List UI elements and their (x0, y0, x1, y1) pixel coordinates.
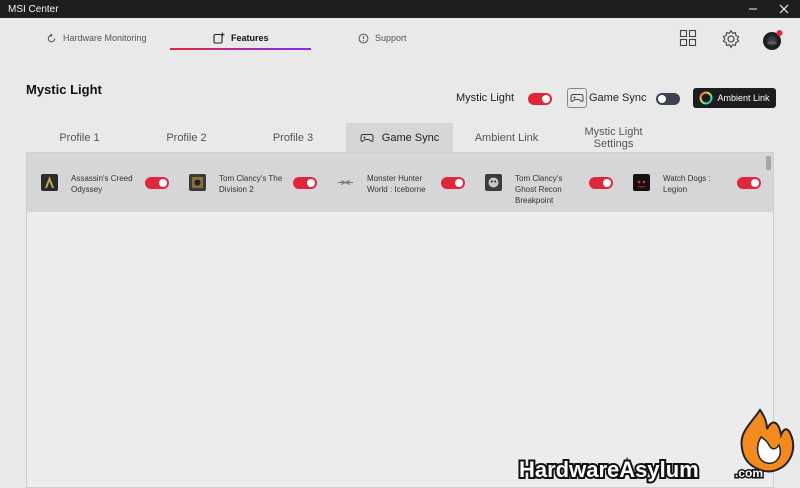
game-toggle[interactable] (589, 177, 613, 189)
watermark-suffix: .com (735, 466, 763, 480)
nav-features[interactable]: Features (213, 28, 269, 48)
nav-label-features: Features (231, 33, 269, 43)
gear-icon (722, 29, 740, 49)
watch-dogs-logo-icon (637, 180, 646, 188)
tab-label: Profile 3 (272, 131, 314, 144)
game-sync-label: Game Sync (589, 92, 647, 104)
scrollbar-thumb[interactable] (766, 156, 771, 170)
avatar-icon (763, 30, 783, 50)
window-title: MSI Center (8, 3, 59, 15)
user-profile-button[interactable] (762, 29, 784, 51)
assassins-creed-logo-icon (45, 176, 54, 188)
grid-icon (679, 29, 697, 47)
game-list: Assassin's Creed Odyssey Tom Clancy's Th… (27, 153, 773, 212)
game-name: Monster Hunter World : Iceborne (367, 174, 426, 194)
hardware-asylum-logo: HardwareAsylum .com (517, 408, 795, 484)
game-toggle[interactable] (145, 177, 169, 189)
title-bar: MSI Center (0, 0, 800, 18)
game-name: Tom Clancy's The Division 2 (219, 174, 283, 194)
game-toggle[interactable] (737, 177, 761, 189)
game-thumbnail (485, 174, 502, 191)
top-navigation: Hardware Monitoring Features Support (0, 18, 800, 62)
toggle-knob (603, 179, 611, 187)
toggle-knob (159, 179, 167, 187)
tab-label: Ambient Link (474, 131, 539, 144)
game-thumbnail (633, 174, 650, 191)
tab-label: Profile 1 (59, 131, 100, 144)
toggle-knob (307, 179, 315, 187)
toggle-knob (658, 95, 666, 103)
close-button[interactable] (768, 0, 800, 18)
ambient-link-label: Ambient Link (717, 93, 770, 103)
info-icon (358, 33, 369, 43)
monster-hunter-logo-icon (338, 180, 353, 185)
ambient-link-icon (699, 91, 713, 105)
page-title: Mystic Light (26, 82, 102, 97)
active-nav-underline (170, 48, 311, 50)
nav-label-support: Support (375, 33, 407, 43)
tab-label: Game Sync (381, 131, 440, 144)
minimize-icon (749, 8, 757, 10)
ghost-recon-logo-icon (488, 177, 499, 188)
hardware-asylum-watermark: HardwareAsylum .com (515, 405, 800, 488)
game-name: Tom Clancy's Ghost Recon Breakpoint (515, 174, 563, 205)
settings-button[interactable] (721, 29, 741, 49)
plus-square-icon (213, 32, 225, 44)
tab-profile-1[interactable]: Profile 1 (26, 123, 133, 152)
tab-mystic-light-settings[interactable]: Mystic Light Settings (560, 123, 667, 152)
close-icon (779, 4, 789, 14)
game-name: Watch Dogs : Legion (663, 174, 711, 194)
minimize-button[interactable] (737, 0, 769, 18)
game-item-monster-hunter-world-iceborne: Monster Hunter World : Iceborne (323, 153, 471, 212)
game-thumbnail (189, 174, 206, 191)
game-toggle[interactable] (293, 177, 317, 189)
game-thumbnail (41, 174, 58, 191)
refresh-icon (47, 33, 56, 42)
game-thumbnail (337, 174, 354, 191)
watermark-text: HardwareAsylum (519, 457, 699, 482)
game-toggle[interactable] (441, 177, 465, 189)
tab-label: Profile 2 (166, 131, 207, 144)
mystic-light-toggle[interactable] (528, 93, 552, 105)
game-item-ghost-recon-breakpoint: Tom Clancy's Ghost Recon Breakpoint (471, 153, 619, 212)
gamepad-icon (570, 94, 584, 102)
nav-support[interactable]: Support (358, 28, 407, 48)
nav-hardware-monitoring[interactable]: Hardware Monitoring (46, 28, 147, 48)
game-sync-header-icon (567, 88, 587, 108)
nav-label-hardware-monitoring: Hardware Monitoring (63, 33, 147, 43)
game-sync-toggle[interactable] (656, 93, 680, 105)
game-item-assassins-creed-odyssey: Assassin's Creed Odyssey (27, 153, 175, 212)
game-item-the-division-2: Tom Clancy's The Division 2 (175, 153, 323, 212)
tab-game-sync[interactable]: Game Sync (346, 123, 453, 152)
gamepad-icon (360, 133, 374, 142)
profile-tabs: Profile 1 Profile 2 Profile 3 Game Sync … (26, 123, 774, 152)
ambient-link-button[interactable]: Ambient Link (693, 88, 776, 108)
tab-ambient-link[interactable]: Ambient Link (453, 123, 560, 152)
game-name: Assassin's Creed Odyssey (71, 174, 133, 194)
game-item-watch-dogs-legion: Watch Dogs : Legion (619, 153, 767, 212)
toggle-knob (455, 179, 463, 187)
toggle-knob (751, 179, 759, 187)
tab-profile-3[interactable]: Profile 3 (240, 123, 346, 152)
tab-profile-2[interactable]: Profile 2 (133, 123, 240, 152)
division-logo-icon (192, 177, 203, 188)
mystic-light-label: Mystic Light (456, 92, 515, 104)
toggle-knob (542, 95, 550, 103)
tab-label: Mystic Light Settings (584, 125, 643, 150)
layout-button[interactable] (679, 29, 697, 47)
